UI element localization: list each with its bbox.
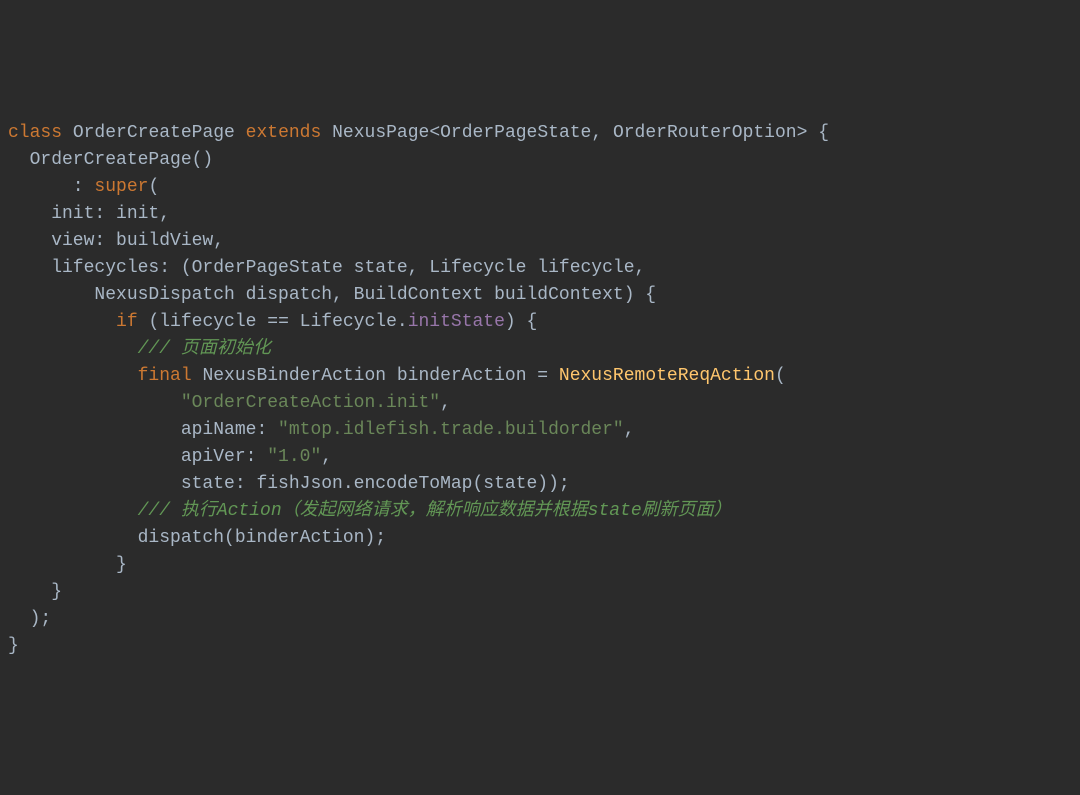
code-line-15: /// 执行Action（发起网络请求，解析响应数据并根据state刷新页面）: [8, 501, 732, 521]
code-line-3: : super(: [8, 177, 159, 197]
code-line-1: class OrderCreatePage extends NexusPage<…: [8, 123, 829, 143]
code-line-2: OrderCreatePage(): [8, 150, 213, 170]
keyword-class: class: [8, 123, 62, 143]
code-line-7: NexusDispatch dispatch, BuildContext bui…: [8, 285, 656, 305]
code-line-10: final NexusBinderAction binderAction = N…: [8, 366, 786, 386]
code-line-4: init: init,: [8, 204, 170, 224]
code-line-6: lifecycles: (OrderPageState state, Lifec…: [8, 258, 645, 278]
code-line-17: }: [8, 555, 127, 575]
keyword-super: super: [94, 177, 148, 197]
string-api-name: "mtop.idlefish.trade.buildorder": [278, 420, 624, 440]
parent-class: NexusPage<OrderPageState, OrderRouterOpt…: [332, 123, 829, 143]
string-action-name: "OrderCreateAction.init": [181, 393, 440, 413]
keyword-final: final: [138, 366, 192, 386]
comment-init: /// 页面初始化: [138, 339, 271, 359]
code-line-12: apiName: "mtop.idlefish.trade.buildorder…: [8, 420, 635, 440]
string-api-ver: "1.0": [267, 447, 321, 467]
code-line-9: /// 页面初始化: [8, 339, 271, 359]
property-initstate: initState: [408, 312, 505, 332]
keyword-extends: extends: [246, 123, 322, 143]
comment-exec-action: /// 执行Action（发起网络请求，解析响应数据并根据state刷新页面）: [138, 501, 732, 521]
code-editor[interactable]: class OrderCreatePage extends NexusPage<…: [8, 120, 1072, 660]
code-line-5: view: buildView,: [8, 231, 224, 251]
code-line-8: if (lifecycle == Lifecycle.initState) {: [8, 312, 537, 332]
class-name: OrderCreatePage: [73, 123, 235, 143]
code-line-19: );: [8, 609, 51, 629]
code-line-18: }: [8, 582, 62, 602]
keyword-if: if: [116, 312, 138, 332]
code-line-20: }: [8, 636, 19, 656]
code-line-14: state: fishJson.encodeToMap(state));: [8, 474, 570, 494]
code-line-16: dispatch(binderAction);: [8, 528, 386, 548]
method-call: NexusRemoteReqAction: [559, 366, 775, 386]
code-line-13: apiVer: "1.0",: [8, 447, 332, 467]
code-line-11: "OrderCreateAction.init",: [8, 393, 451, 413]
